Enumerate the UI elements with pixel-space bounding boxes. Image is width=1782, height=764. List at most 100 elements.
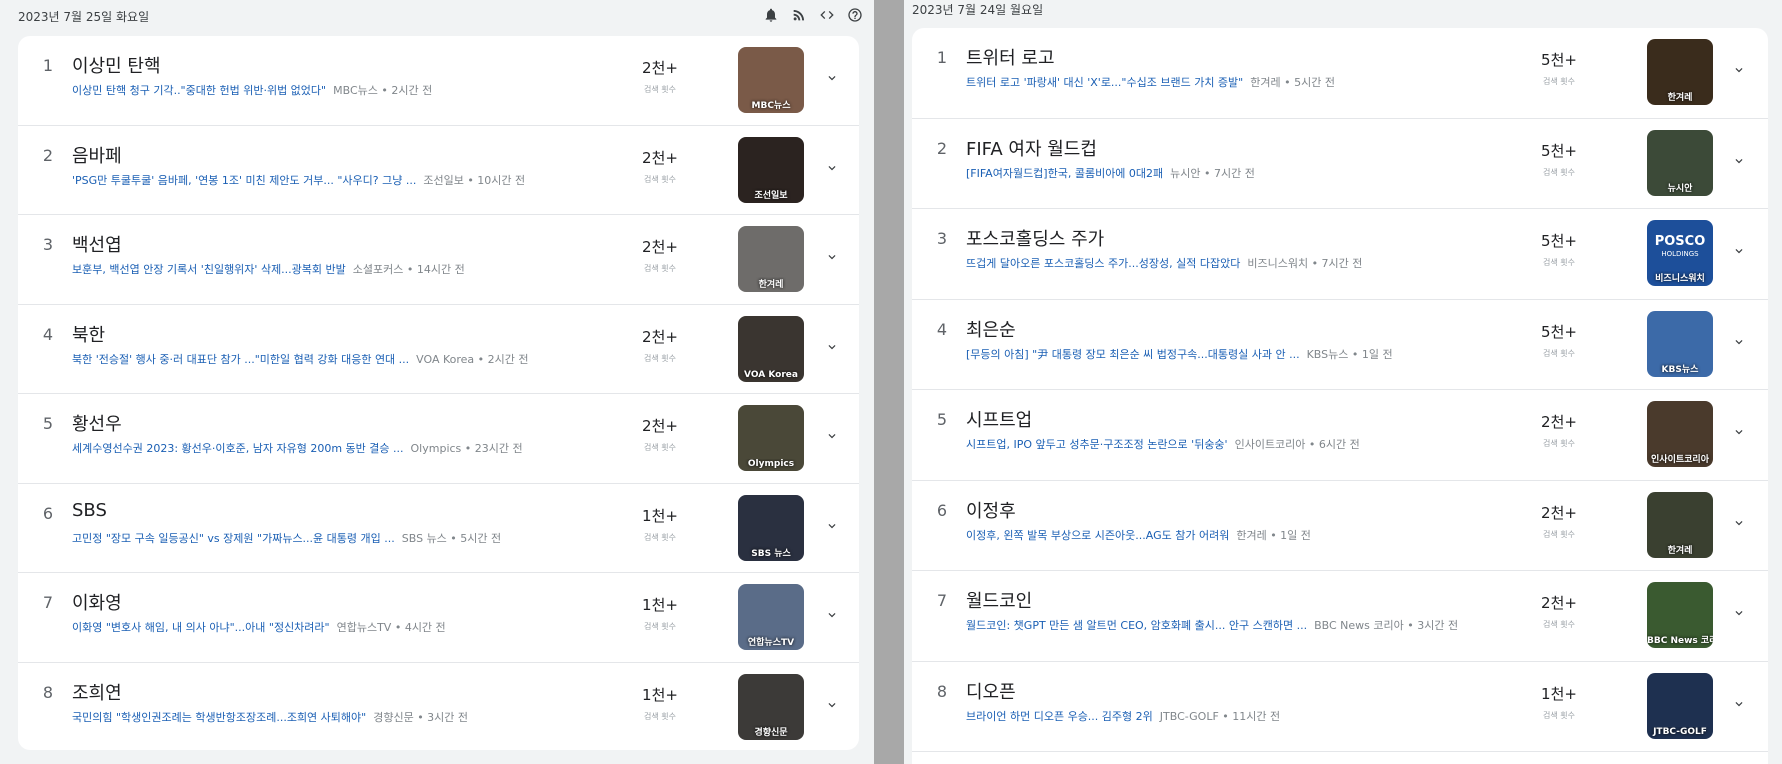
article-headline-link[interactable]: [무등의 아침] "尹 대통령 장모 최은순 씨 법정구속...대통령실 사과 …: [966, 348, 1300, 361]
trend-row[interactable]: 1 트위터 로고 트위터 로고 '파랑새' 대신 'X'로..."수십조 브랜드 가…: [912, 28, 1768, 119]
article-headline-link[interactable]: 'PSG만 투쿨투쿨' 음바페, '연봉 1조' 미친 제안도 거부... "사…: [72, 174, 416, 187]
trend-row[interactable]: 3 백선엽 보훈부, 백선엽 안장 기록서 '친일행위자' 삭제...광복회 반발 …: [18, 215, 859, 305]
article-source-time: 조선일보 • 10시간 전: [423, 173, 526, 187]
trend-title[interactable]: FIFA 여자 월드컵: [966, 135, 1097, 161]
trend-title[interactable]: 포스코홀딩스 주가: [966, 225, 1104, 251]
expand-chevron-icon[interactable]: [1727, 149, 1751, 173]
expand-chevron-icon[interactable]: [820, 514, 844, 538]
article-headline-link[interactable]: 북한 '전승절' 행사 중·러 대표단 참가 ..."미한일 협력 강화 대응한…: [72, 353, 409, 366]
article-thumbnail[interactable]: BBC News 코리아: [1647, 582, 1713, 648]
article-thumbnail[interactable]: KBS뉴스: [1647, 310, 1713, 377]
trend-title[interactable]: SBS: [72, 500, 107, 521]
article-thumbnail[interactable]: 조선일보: [738, 136, 804, 203]
trend-row[interactable]: 4 북한 북한 '전승절' 행사 중·러 대표단 참가 ..."미한일 협력 강화 …: [18, 305, 859, 394]
search-count-value: 5천+: [1541, 51, 1577, 69]
expand-chevron-icon[interactable]: [1727, 511, 1751, 535]
article-thumbnail[interactable]: MBC뉴스: [738, 47, 804, 113]
trend-title[interactable]: 시프트업: [966, 406, 1032, 432]
article-thumbnail[interactable]: 뉴시안: [1647, 129, 1713, 196]
trend-row[interactable]: 1 이상민 탄핵 이상민 탄핵 청구 기각.."중대한 헌법 위반·위법 없었다" …: [18, 36, 859, 126]
trend-title[interactable]: 이정후: [966, 497, 1016, 523]
search-count-value: 5천+: [1541, 322, 1577, 341]
article-thumbnail[interactable]: SBS 뉴스: [738, 494, 804, 561]
help-icon[interactable]: [846, 6, 864, 24]
article-thumbnail[interactable]: 한겨레: [1647, 491, 1713, 558]
trend-title[interactable]: 최은순: [966, 316, 1016, 342]
article-headline-link[interactable]: 시프트업, IPO 앞두고 성추문·구조조정 논란으로 '뒤숭숭': [966, 438, 1228, 451]
trend-title[interactable]: 북한: [72, 321, 105, 347]
trend-title[interactable]: 디오픈: [966, 678, 1016, 704]
article-meta: 인사이트코리아 • 6시간 전: [1228, 438, 1360, 451]
article-headline-link[interactable]: 보훈부, 백선엽 안장 기록서 '친일행위자' 삭제...광복회 반발: [72, 263, 346, 276]
thumbnail-source-label: Olympics: [747, 459, 795, 469]
trend-article: [무등의 아침] "尹 대통령 장모 최은순 씨 법정구속...대통령실 사과 …: [966, 346, 1506, 362]
expand-chevron-icon[interactable]: [1727, 420, 1751, 444]
expand-chevron-icon[interactable]: [820, 66, 844, 90]
expand-chevron-icon[interactable]: [820, 603, 844, 627]
article-headline-link[interactable]: 이상민 탄핵 청구 기각.."중대한 헌법 위반·위법 없었다": [72, 84, 326, 97]
trend-title[interactable]: 백선엽: [72, 231, 122, 257]
trend-row[interactable]: 2 음바페 'PSG만 투쿨투쿨' 음바페, '연봉 1조' 미친 제안도 거부..…: [18, 126, 859, 215]
trend-row[interactable]: 5 황선우세계수영선수권 2023: 황선우·이호준, 남자 자유형 200m 동…: [18, 394, 859, 484]
expand-chevron-icon[interactable]: [820, 245, 844, 269]
article-headline-link[interactable]: 세계수영선수권 2023: 황선우·이호준, 남자 자유형 200m 동반 결승…: [72, 442, 404, 455]
article-headline-link[interactable]: 이정후, 왼쪽 발목 부상으로 시즌아웃...AG도 참가 어려워: [966, 529, 1229, 542]
expand-chevron-icon[interactable]: [1727, 58, 1751, 82]
trend-title[interactable]: 황선우: [72, 410, 122, 436]
expand-chevron-icon[interactable]: [820, 156, 844, 180]
trend-row[interactable]: 8 디오픈 브라이언 하먼 디오픈 우승... 김주형 2위 JTBC-GOLF •…: [912, 662, 1768, 752]
expand-chevron-icon[interactable]: [1727, 239, 1751, 263]
trend-article: 이상민 탄핵 청구 기각.."중대한 헌법 위반·위법 없었다" MBC뉴스 •…: [72, 82, 592, 98]
article-headline-link[interactable]: 국민의힘 "학생인권조례는 학생반항조장조례...조희연 사퇴해야": [72, 711, 366, 724]
trend-row[interactable]: 7 월드코인 월드코인: 챗GPT 만든 샘 알트먼 CEO, 암호화폐 출시...…: [912, 571, 1768, 662]
article-thumbnail[interactable]: 한겨레: [1647, 39, 1713, 105]
trend-row[interactable]: 5 시프트업 시프트업, IPO 앞두고 성추문·구조조정 논란으로 '뒤숭숭' 인…: [912, 390, 1768, 481]
trend-row[interactable]: 6 SBS 고민정 "장모 구속 일등공신" vs 장제원 "가짜뉴스...윤 대통…: [18, 484, 859, 573]
trend-row[interactable]: 2 FIFA 여자 월드컵 [FIFA여자월드컵]한국, 콜롬비아에 0대2패 뉴시…: [912, 119, 1768, 209]
article-headline-link[interactable]: [FIFA여자월드컵]한국, 콜롬비아에 0대2패: [966, 167, 1163, 180]
rss-icon[interactable]: [790, 6, 808, 24]
trend-title[interactable]: 트위터 로고: [966, 44, 1055, 70]
search-count: 5천+ 검색 횟수: [1529, 140, 1589, 178]
article-headline-link[interactable]: 브라이언 하먼 디오픈 우승... 김주형 2위: [966, 710, 1153, 723]
expand-chevron-icon[interactable]: [1727, 692, 1751, 716]
trend-title[interactable]: 이화영: [72, 589, 122, 615]
article-thumbnail[interactable]: Olympics: [738, 405, 804, 471]
search-count-value: 2천+: [642, 59, 678, 77]
article-thumbnail[interactable]: VOA Korea: [738, 315, 804, 382]
expand-chevron-icon[interactable]: [820, 424, 844, 448]
article-meta: Olympics • 23시간 전: [404, 442, 523, 455]
expand-chevron-icon[interactable]: [820, 693, 844, 717]
code-icon[interactable]: [818, 6, 836, 24]
trend-row[interactable]: 4 최은순 [무등의 아침] "尹 대통령 장모 최은순 씨 법정구속...대통령실…: [912, 300, 1768, 390]
trend-rank: 5: [42, 414, 54, 433]
article-headline-link[interactable]: 이화영 "변호사 해임, 내 의사 아냐"...아내 "정신차려라": [72, 621, 330, 634]
trend-row[interactable]: 7 이화영 이화영 "변호사 해임, 내 의사 아냐"...아내 "정신차려라" 연…: [18, 573, 859, 663]
article-thumbnail[interactable]: JTBC-GOLF: [1647, 672, 1713, 739]
trend-title[interactable]: 조희연: [72, 679, 122, 705]
article-thumbnail[interactable]: 연합뉴스TV: [738, 584, 804, 650]
article-meta: 뉴시안 • 7시간 전: [1163, 167, 1255, 180]
article-thumbnail[interactable]: POSCO HOLDINGS 비즈니스워치: [1647, 220, 1713, 286]
trend-title[interactable]: 월드코인: [966, 587, 1032, 613]
trend-rank: 2: [42, 145, 54, 165]
bell-icon[interactable]: [762, 6, 780, 24]
article-thumbnail[interactable]: 한겨레: [738, 226, 804, 292]
article-thumbnail[interactable]: 경향신문: [738, 673, 804, 740]
trend-title[interactable]: 이상민 탄핵: [72, 52, 161, 78]
article-meta: 한겨레 • 5시간 전: [1243, 76, 1335, 89]
trend-row[interactable]: 8 조희연 국민의힘 "학생인권조례는 학생반항조장조례...조희연 사퇴해야" 경…: [18, 663, 859, 751]
trends-panel-right: 2023년 7월 24일 월요일 1 트위터 로고 트위터 로고 '파랑새' 대신 …: [904, 0, 1782, 764]
expand-chevron-icon[interactable]: [1727, 601, 1751, 625]
trend-row[interactable]: 3 포스코홀딩스 주가 뜨겁게 달아오른 포스코홀딩스 주가...성장성, 실적 다…: [912, 209, 1768, 300]
expand-chevron-icon[interactable]: [1727, 330, 1751, 354]
expand-chevron-icon[interactable]: [820, 335, 844, 359]
article-headline-link[interactable]: 뜨겁게 달아오른 포스코홀딩스 주가...성장성, 실적 다잡았다: [966, 257, 1240, 270]
trend-row[interactable]: 6 이정후 이정후, 왼쪽 발목 부상으로 시즌아웃...AG도 참가 어려워 한겨…: [912, 481, 1768, 571]
article-headline-link[interactable]: 트위터 로고 '파랑새' 대신 'X'로..."수십조 브랜드 가치 증발": [966, 76, 1243, 89]
article-headline-link[interactable]: 고민정 "장모 구속 일등공신" vs 장제원 "가짜뉴스...윤 대통령 개입…: [72, 532, 395, 545]
article-thumbnail[interactable]: 인사이트코리아: [1647, 401, 1713, 467]
thumbnail-source-label: KBS뉴스: [1661, 364, 1699, 375]
trend-title[interactable]: 음바페: [72, 142, 122, 168]
article-headline-link[interactable]: 월드코인: 챗GPT 만든 샘 알트먼 CEO, 암호화폐 출시... 안구 스…: [966, 619, 1307, 632]
